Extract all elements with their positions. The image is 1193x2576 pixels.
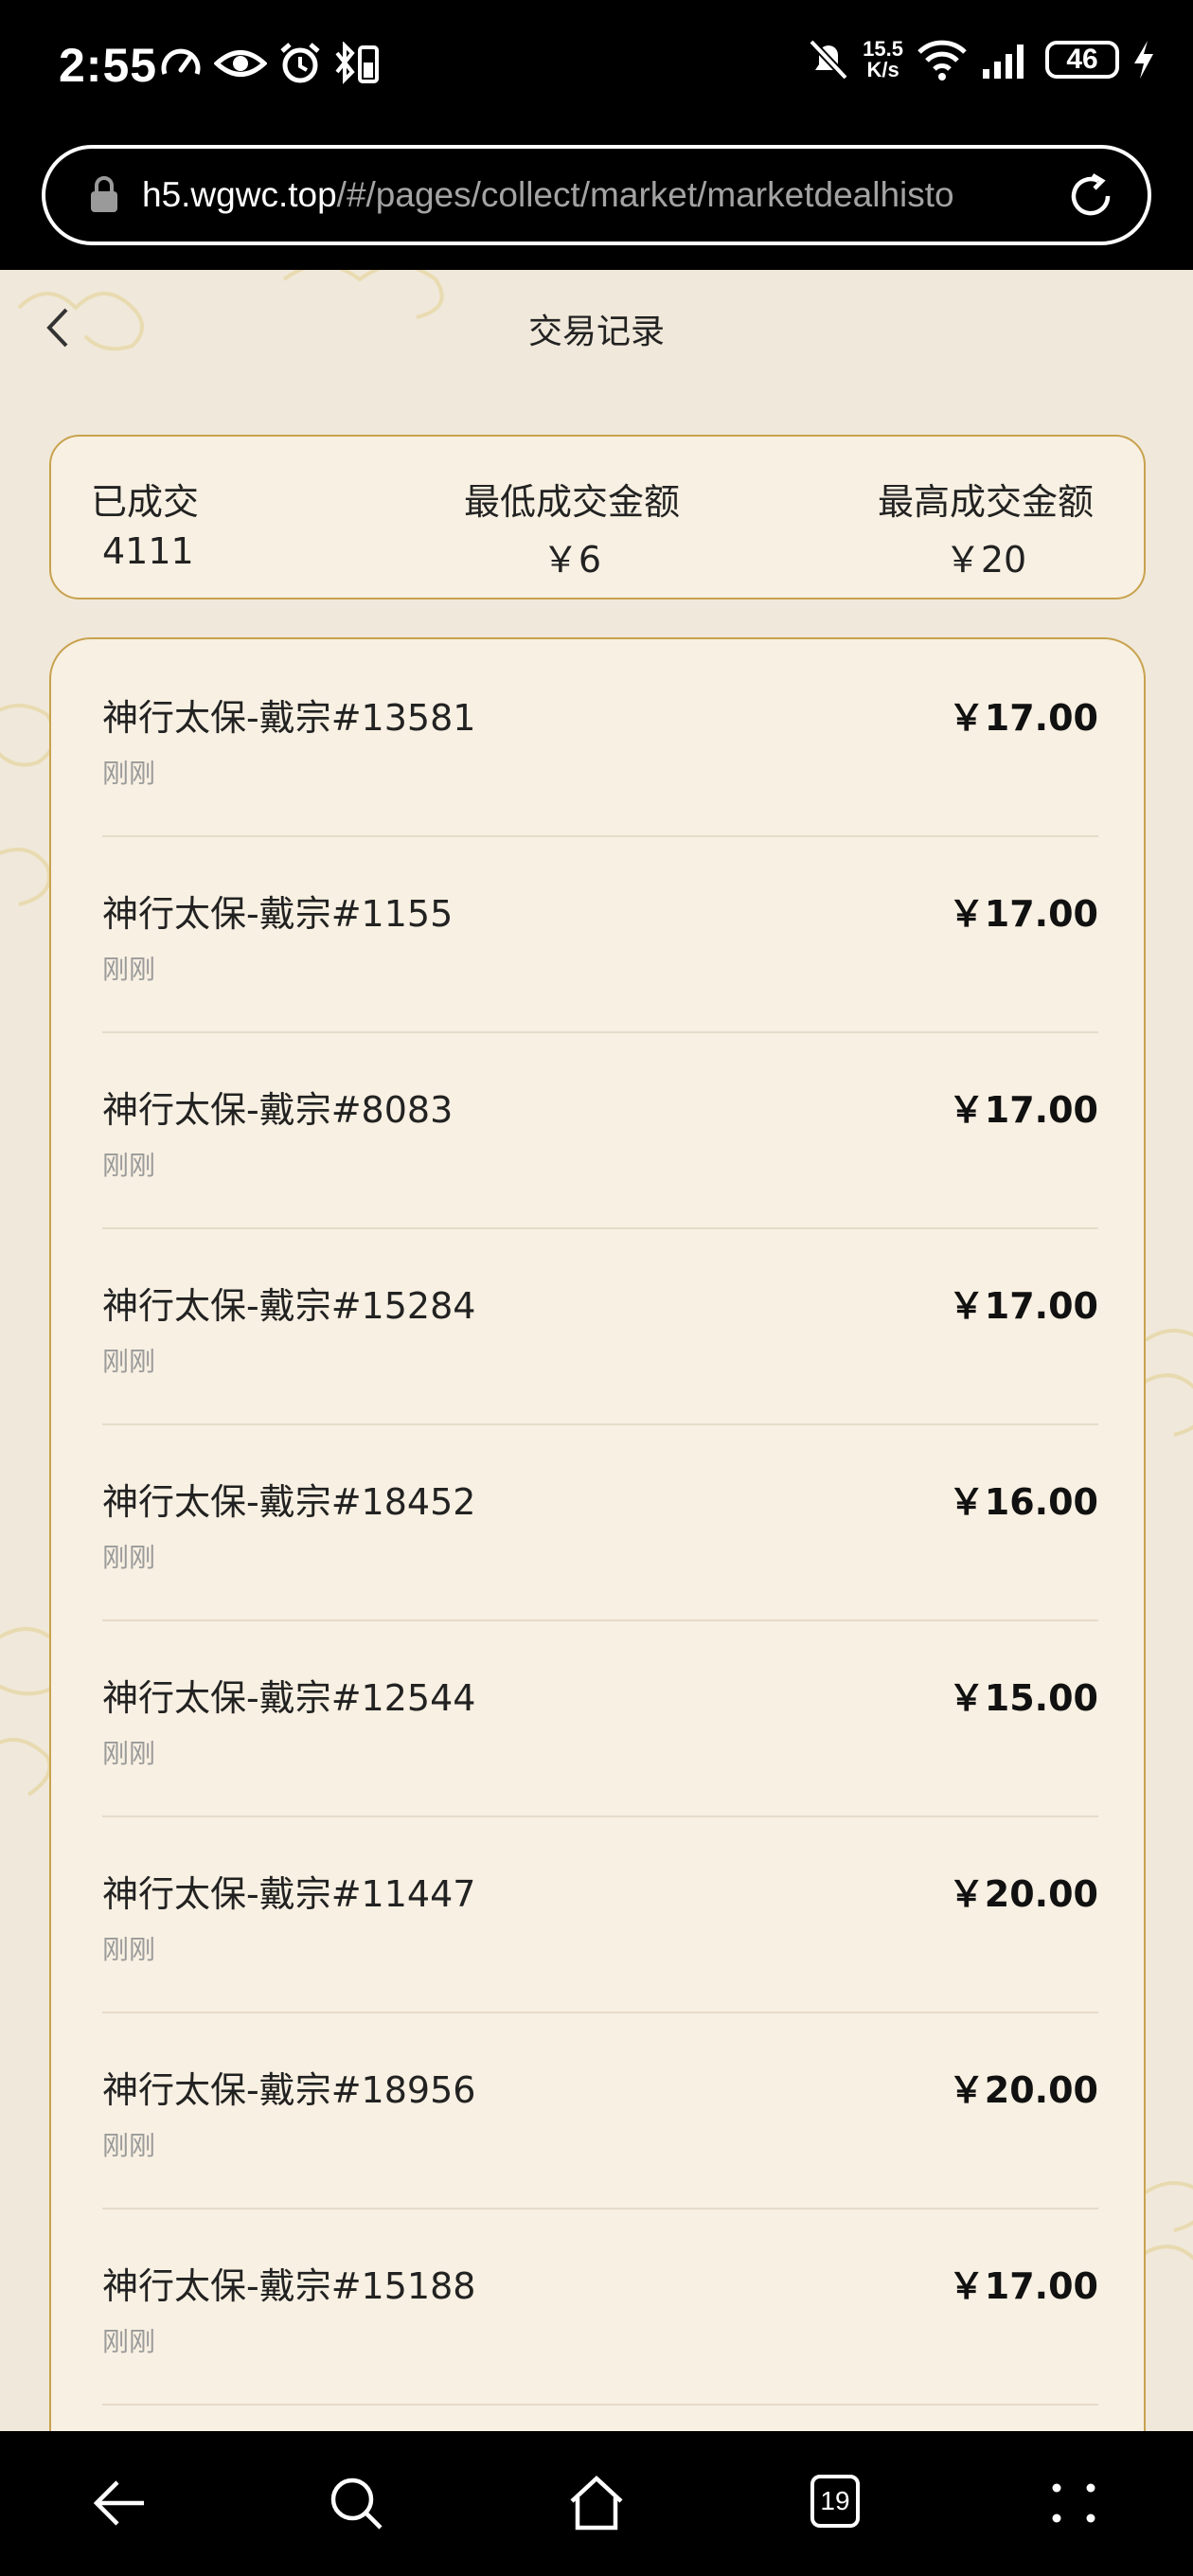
alarm-icon xyxy=(280,43,320,83)
back-arrow-icon[interactable] xyxy=(89,2473,150,2533)
min-amount-value: ￥6 xyxy=(542,539,602,581)
record-item-name: 神行太保-戴宗#13581 xyxy=(102,697,476,739)
address-bar[interactable]: h5.wgwc.top/#/pages/collect/market/marke… xyxy=(42,145,1151,245)
record-price: ￥17.00 xyxy=(948,2265,1098,2307)
network-speed-value: 15.5 xyxy=(863,37,903,61)
record-time: 刚刚 xyxy=(102,1738,156,1769)
record-item-name: 神行太保-戴宗#12544 xyxy=(102,1677,476,1719)
deal-summary-card: 已成交 4111 最低成交金额 ￥6 最高成交金额 ￥20 xyxy=(49,435,1146,599)
record-item-name: 神行太保-戴宗#15284 xyxy=(102,1285,476,1327)
system-navigation-bar: 19 xyxy=(0,2431,1193,2576)
deal-record-row[interactable]: 神行太保-戴宗#8083 刚刚 ￥17.00 xyxy=(102,1031,1098,1229)
deals-count-label: 已成交 xyxy=(91,481,200,523)
browser-toolbar: h5.wgwc.top/#/pages/collect/market/marke… xyxy=(0,137,1193,270)
record-time: 刚刚 xyxy=(102,2130,156,2161)
max-amount-label: 最高成交金额 xyxy=(877,481,1094,523)
url-text[interactable]: h5.wgwc.top/#/pages/collect/market/marke… xyxy=(142,175,1032,215)
record-price: ￥20.00 xyxy=(948,1873,1098,1915)
max-amount-value: ￥20 xyxy=(944,539,1027,581)
mute-bell-icon xyxy=(809,39,849,80)
deal-record-row[interactable]: 神行太保-戴宗#15188 刚刚 ￥17.00 xyxy=(102,2208,1098,2406)
record-item-name: 神行太保-戴宗#1155 xyxy=(102,893,454,935)
deal-record-row[interactable]: 神行太保-戴宗#18956 刚刚 ￥20.00 xyxy=(102,2012,1098,2209)
record-price: ￥15.00 xyxy=(948,1677,1098,1719)
min-deal-amount: 最低成交金额 ￥6 xyxy=(430,473,714,582)
record-price: ￥16.00 xyxy=(948,1481,1098,1523)
record-price: ￥20.00 xyxy=(948,2069,1098,2111)
tabs-count-button[interactable]: 19 xyxy=(810,2475,860,2528)
max-deal-amount: 最高成交金额 ￥20 xyxy=(867,473,1104,582)
bluetooth-battery-icon xyxy=(335,42,379,84)
network-speed: 15.5 K/s xyxy=(863,39,903,80)
record-time: 刚刚 xyxy=(102,1150,156,1181)
record-time: 刚刚 xyxy=(102,954,156,985)
record-price: ￥17.00 xyxy=(948,1285,1098,1327)
record-item-name: 神行太保-戴宗#15188 xyxy=(102,2265,476,2307)
eye-icon xyxy=(214,50,267,77)
home-icon[interactable] xyxy=(566,2473,627,2533)
deal-record-row[interactable]: 神行太保-戴宗#12544 刚刚 ￥15.00 xyxy=(102,1619,1098,1817)
page-content: 交易记录 已成交 4111 最低成交金额 ￥6 最高成交金额 ￥20 神行太保-… xyxy=(0,270,1193,2431)
deal-record-list: 神行太保-戴宗#13581 刚刚 ￥17.00 神行太保-戴宗#1155 刚刚 … xyxy=(49,637,1146,2431)
record-item-name: 神行太保-戴宗#18452 xyxy=(102,1481,476,1523)
record-time: 刚刚 xyxy=(102,1934,156,1965)
menu-dots-icon[interactable] xyxy=(1043,2473,1104,2533)
deals-count: 已成交 4111 xyxy=(91,473,199,572)
lock-icon xyxy=(91,176,117,212)
url-path: /#/pages/collect/market/marketdealhisto xyxy=(336,175,954,214)
record-item-name: 神行太保-戴宗#11447 xyxy=(102,1873,476,1915)
record-price: ￥17.00 xyxy=(948,1089,1098,1131)
deal-record-row[interactable]: 神行太保-戴宗#18452 刚刚 ￥16.00 xyxy=(102,1423,1098,1621)
record-time: 刚刚 xyxy=(102,758,156,789)
battery-indicator: 46 xyxy=(1045,41,1119,79)
min-amount-label: 最低成交金额 xyxy=(463,481,680,523)
status-right-icons: 15.5 K/s 46 xyxy=(808,38,1155,81)
wifi-icon xyxy=(917,40,967,80)
deal-record-row[interactable]: 神行太保-戴宗#11447 刚刚 ￥20.00 xyxy=(102,1816,1098,2013)
nav-bar: 交易记录 xyxy=(0,270,1193,384)
search-icon[interactable] xyxy=(326,2473,386,2533)
status-left-icons xyxy=(159,42,383,85)
deals-count-value: 4111 xyxy=(102,530,194,572)
record-time: 刚刚 xyxy=(102,1542,156,1573)
record-time: 刚刚 xyxy=(102,1346,156,1377)
status-time: 2:55 xyxy=(59,39,158,92)
record-price: ￥17.00 xyxy=(948,893,1098,935)
charging-bolt-icon xyxy=(1134,41,1153,79)
url-host: h5.wgwc.top xyxy=(142,175,337,214)
speedometer-icon xyxy=(161,48,201,75)
record-time: 刚刚 xyxy=(102,2326,156,2357)
deal-record-row[interactable]: 神行太保-戴宗#1155 刚刚 ￥17.00 xyxy=(102,835,1098,1033)
signal-icon xyxy=(983,45,1024,79)
record-price: ￥17.00 xyxy=(948,697,1098,739)
record-item-name: 神行太保-戴宗#18956 xyxy=(102,2069,476,2111)
deal-record-row[interactable]: 神行太保-戴宗#13581 刚刚 ￥17.00 xyxy=(102,639,1098,837)
reload-icon[interactable] xyxy=(1064,170,1117,223)
deal-record-row[interactable]: 神行太保-戴宗#15284 刚刚 ￥17.00 xyxy=(102,1227,1098,1425)
page-title: 交易记录 xyxy=(527,313,665,351)
status-bar: 2:55 15.5 K/s 46 xyxy=(0,0,1193,137)
record-item-name: 神行太保-戴宗#8083 xyxy=(102,1089,454,1131)
network-speed-unit: K/s xyxy=(866,58,899,81)
